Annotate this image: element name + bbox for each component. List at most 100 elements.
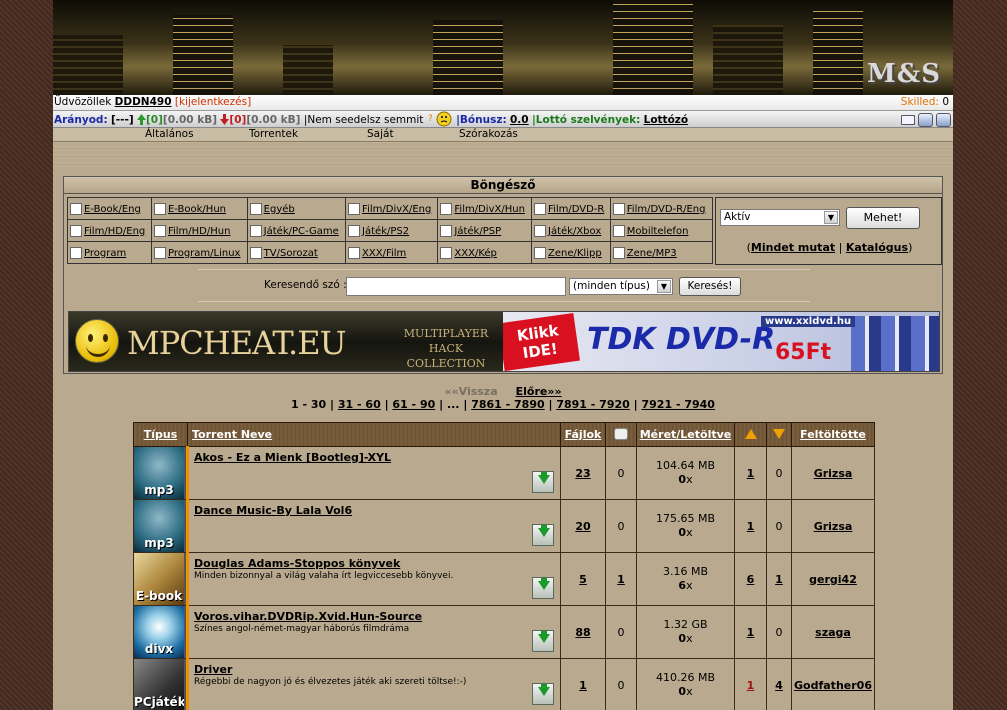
torrent-name-link[interactable]: Voros.vihar.DVDRip.Xvid.Hun-Source bbox=[194, 610, 555, 623]
next-page-link[interactable]: Előre»» bbox=[516, 385, 562, 398]
category-checkbox[interactable] bbox=[612, 224, 625, 237]
files-link[interactable]: 5 bbox=[579, 573, 587, 586]
user-profile-icon[interactable] bbox=[918, 112, 933, 127]
category-link[interactable]: Játék/PSP bbox=[454, 226, 501, 237]
lotto-link[interactable]: Lottózó bbox=[644, 114, 688, 126]
torrent-name-link[interactable]: Driver bbox=[194, 663, 555, 676]
col-header-name[interactable]: Torrent Neve bbox=[187, 422, 561, 447]
menu-item-own[interactable]: Saját bbox=[367, 128, 394, 141]
category-link[interactable]: E-Book/Eng bbox=[84, 204, 141, 215]
download-icon[interactable] bbox=[532, 524, 554, 546]
category-image[interactable]: PCjáték bbox=[134, 659, 184, 710]
category-checkbox[interactable] bbox=[249, 202, 262, 215]
page-link[interactable]: 31 - 60 bbox=[338, 398, 381, 411]
uploader-link[interactable]: Grizsa bbox=[814, 520, 853, 533]
type-cell[interactable]: divx bbox=[133, 605, 189, 659]
category-checkbox[interactable] bbox=[348, 202, 361, 215]
show-all-link[interactable]: Mindet mutat bbox=[751, 241, 835, 254]
category-checkbox[interactable] bbox=[534, 202, 547, 215]
menu-item-general[interactable]: Általános bbox=[145, 128, 194, 141]
files-link[interactable]: 88 bbox=[575, 626, 590, 639]
category-link[interactable]: Film/DVD-R/Eng bbox=[627, 204, 706, 215]
torrent-name-link[interactable]: Dance Music-By Lala Vol6 bbox=[194, 504, 555, 517]
seeders-link[interactable]: 1 bbox=[747, 467, 755, 480]
category-image[interactable]: mp3 bbox=[134, 447, 184, 499]
col-header-comments[interactable] bbox=[605, 422, 637, 447]
category-checkbox[interactable] bbox=[153, 224, 166, 237]
category-link[interactable]: Játék/PC-Game bbox=[264, 226, 339, 237]
status-select[interactable]: Aktív ▼ bbox=[720, 209, 840, 226]
seeders-link[interactable]: 1 bbox=[747, 679, 755, 692]
chevron-down-icon[interactable]: ▼ bbox=[657, 280, 671, 293]
download-icon[interactable] bbox=[532, 471, 554, 493]
go-button[interactable]: Mehet! bbox=[846, 207, 920, 229]
prev-page-link[interactable]: ««Vissza bbox=[444, 385, 497, 398]
category-checkbox[interactable] bbox=[440, 224, 453, 237]
seeders-link[interactable]: 1 bbox=[747, 626, 755, 639]
site-logo[interactable]: M&S bbox=[867, 59, 941, 89]
category-link[interactable]: XXX/Kép bbox=[454, 248, 496, 259]
category-link[interactable]: Film/DivX/Hun bbox=[454, 204, 525, 215]
category-link[interactable]: Játék/Xbox bbox=[548, 226, 601, 237]
type-cell[interactable]: mp3 bbox=[133, 499, 189, 553]
category-checkbox[interactable] bbox=[70, 224, 82, 237]
col-header-size[interactable]: Méret/Letöltve bbox=[636, 422, 735, 447]
category-checkbox[interactable] bbox=[249, 224, 262, 237]
category-image[interactable]: mp3 bbox=[134, 500, 184, 552]
category-checkbox[interactable] bbox=[612, 246, 625, 259]
uploader-link[interactable]: gergi42 bbox=[809, 573, 857, 586]
category-checkbox[interactable] bbox=[70, 246, 82, 259]
category-checkbox[interactable] bbox=[348, 224, 361, 237]
col-header-leechers[interactable] bbox=[766, 422, 792, 447]
category-link[interactable]: E-Book/Hun bbox=[168, 204, 226, 215]
uploader-link[interactable]: szaga bbox=[815, 626, 851, 639]
bonus-value[interactable]: 0.0 bbox=[510, 114, 529, 126]
col-header-files[interactable]: Fájlok bbox=[560, 422, 606, 447]
category-link[interactable]: Program/Linux bbox=[168, 248, 241, 259]
leechers-count[interactable]: 4 bbox=[775, 679, 783, 692]
category-checkbox[interactable] bbox=[153, 202, 166, 215]
tdk-dvd-ad[interactable]: Klikk IDE! TDK DVD-R www.xxldvd.hu 65Ft bbox=[503, 312, 939, 371]
type-cell[interactable]: PCjáték bbox=[133, 658, 189, 710]
category-image[interactable]: divx bbox=[134, 606, 184, 658]
logout-link[interactable]: [kijelentkezés] bbox=[175, 96, 251, 108]
category-link[interactable]: Program bbox=[84, 248, 126, 259]
category-link[interactable]: Zene/MP3 bbox=[627, 248, 677, 259]
chevron-down-icon[interactable]: ▼ bbox=[824, 211, 838, 224]
category-checkbox[interactable] bbox=[70, 202, 82, 215]
category-link[interactable]: Film/HD/Hun bbox=[168, 226, 230, 237]
catalog-link[interactable]: Katalógus bbox=[846, 241, 908, 254]
mail-icon[interactable] bbox=[901, 114, 915, 125]
category-checkbox[interactable] bbox=[249, 246, 262, 259]
category-link[interactable]: Film/DVD-R bbox=[548, 204, 604, 215]
leechers-count[interactable]: 1 bbox=[775, 573, 783, 586]
col-header-seeders[interactable] bbox=[734, 422, 767, 447]
menu-item-torrents[interactable]: Torrentek bbox=[249, 128, 298, 141]
download-icon[interactable] bbox=[532, 577, 554, 599]
category-checkbox[interactable] bbox=[440, 202, 453, 215]
torrent-name-link[interactable]: Douglas Adams-Stoppos könyvek bbox=[194, 557, 555, 570]
menu-item-entertainment[interactable]: Szórakozás bbox=[459, 128, 518, 141]
type-cell[interactable]: mp3 bbox=[133, 446, 189, 500]
files-link[interactable]: 1 bbox=[579, 679, 587, 692]
uploader-link[interactable]: Grizsa bbox=[814, 467, 853, 480]
page-link[interactable]: 7861 - 7890 bbox=[471, 398, 544, 411]
category-checkbox[interactable] bbox=[534, 224, 547, 237]
user-settings-icon[interactable] bbox=[936, 112, 951, 127]
seeders-link[interactable]: 1 bbox=[747, 520, 755, 533]
download-icon[interactable] bbox=[532, 683, 554, 705]
category-checkbox[interactable] bbox=[153, 246, 166, 259]
category-checkbox[interactable] bbox=[534, 246, 547, 259]
torrent-name-link[interactable]: Akos - Ez a Mienk [Bootleg]-XYL bbox=[194, 451, 555, 464]
category-link[interactable]: Film/DivX/Eng bbox=[362, 204, 431, 215]
mpcheat-ad[interactable]: MPCHEAT.EU MULTIPLAYER HACK COLLECTION bbox=[69, 312, 503, 371]
category-link[interactable]: XXX/Film bbox=[362, 248, 406, 259]
seeders-link[interactable]: 6 bbox=[747, 573, 755, 586]
type-cell[interactable]: E-book bbox=[133, 552, 189, 606]
category-checkbox[interactable] bbox=[612, 202, 625, 215]
files-link[interactable]: 23 bbox=[575, 467, 590, 480]
search-input[interactable] bbox=[346, 277, 566, 296]
search-button[interactable]: Keresés! bbox=[679, 277, 741, 296]
col-header-type[interactable]: Típus bbox=[133, 422, 188, 447]
category-checkbox[interactable] bbox=[348, 246, 361, 259]
